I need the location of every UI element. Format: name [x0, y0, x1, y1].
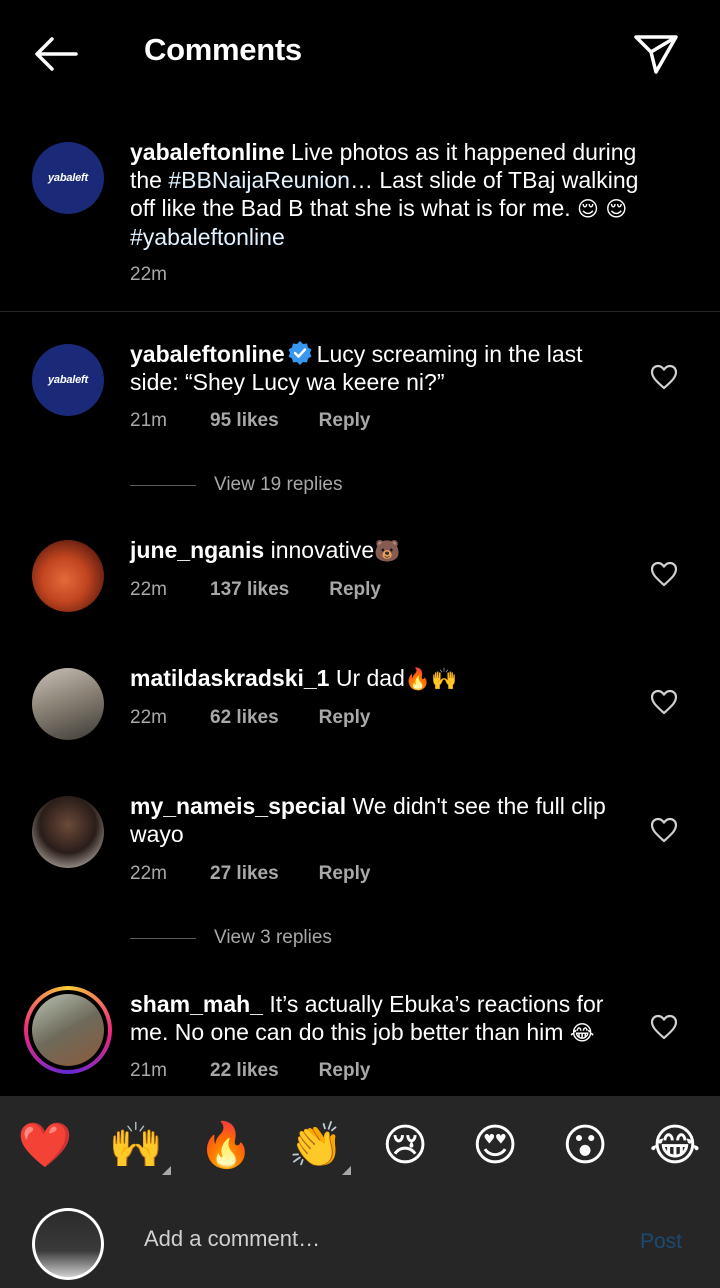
comment-username[interactable]: sham_mah_	[130, 991, 263, 1017]
timestamp: 21m	[130, 1060, 167, 1081]
header: Comments	[0, 0, 720, 104]
like-heart-icon[interactable]	[650, 561, 678, 587]
comment-text: matildaskradski_1 Ur dad🔥🙌	[130, 664, 620, 693]
view-replies-label: View 3 replies	[214, 927, 332, 948]
user-avatar	[32, 1208, 104, 1280]
likes-count[interactable]: 95 likes	[210, 410, 279, 432]
caption-meta: 22m	[130, 264, 210, 286]
page-title: Comments	[144, 32, 302, 67]
timestamp: 22m	[130, 707, 167, 728]
fire-raised-hands-emoji: 🔥🙌	[404, 667, 458, 691]
back-arrow-icon[interactable]	[30, 30, 82, 78]
story-ring[interactable]	[24, 986, 112, 1074]
reply-button[interactable]: Reply	[329, 579, 381, 601]
clapping-hands-emoji[interactable]: 👏	[288, 1118, 344, 1174]
timestamp: 22m	[130, 579, 167, 600]
like-heart-icon[interactable]	[650, 364, 678, 390]
likes-count[interactable]: 137 likes	[210, 579, 289, 601]
like-heart-icon[interactable]	[650, 1014, 678, 1040]
caption-text: yabaleftonline Live photos as it happene…	[130, 138, 650, 251]
comment-input[interactable]	[144, 1224, 604, 1254]
comment-meta: 22m 27 likes Reply	[130, 863, 370, 885]
comment-text: june_nganis innovative🐻	[130, 536, 620, 565]
comment-input-bar: Post	[0, 1192, 720, 1288]
verified-badge-icon	[287, 340, 313, 366]
reply-button[interactable]: Reply	[319, 863, 371, 885]
hashtag-link[interactable]: #yabaleftonline	[130, 224, 285, 250]
raised-hands-emoji[interactable]: 🙌	[108, 1118, 164, 1174]
comment-meta: 22m 62 likes Reply	[130, 707, 370, 729]
comment-meta: 21m 22 likes Reply	[130, 1060, 370, 1082]
bear-emoji: 🐻	[374, 539, 401, 563]
avatar[interactable]	[32, 796, 104, 868]
comment-text: yabaleftonline Lucy screaming in the las…	[130, 340, 620, 396]
avatar[interactable]	[32, 668, 104, 740]
brand-logo: yabaleft	[48, 172, 88, 184]
crying-face-emoji[interactable]: 😢	[377, 1118, 433, 1174]
relieved-emoji: 😌	[577, 197, 599, 221]
avatar[interactable]	[32, 994, 104, 1066]
reply-button[interactable]: Reply	[319, 1060, 371, 1082]
hashtag-link[interactable]: #BBNaijaReunion	[168, 167, 350, 193]
comment-username[interactable]: my_nameis_special	[130, 793, 346, 819]
skin-tone-indicator-icon	[342, 1166, 351, 1175]
reply-button[interactable]: Reply	[319, 410, 371, 432]
timestamp: 22m	[130, 264, 167, 285]
comment-body: innovative	[270, 537, 375, 563]
avatar[interactable]	[32, 540, 104, 612]
brand-logo: yabaleft	[48, 374, 88, 386]
direct-message-icon[interactable]	[632, 30, 680, 78]
post-caption: yabaleft yabaleftonline Live photos as i…	[0, 128, 720, 312]
likes-count[interactable]: 22 likes	[210, 1060, 279, 1082]
reply-button[interactable]: Reply	[319, 707, 371, 729]
view-replies-button[interactable]: View 19 replies	[130, 474, 343, 496]
red-heart-emoji[interactable]: ❤️	[17, 1118, 73, 1174]
surprised-face-emoji[interactable]: 😮	[557, 1118, 613, 1174]
comment-username[interactable]: june_nganis	[130, 537, 264, 563]
comment-text: sham_mah_ It’s actually Ebuka’s reaction…	[130, 990, 630, 1047]
like-heart-icon[interactable]	[650, 689, 678, 715]
comment-body: Ur dad	[335, 665, 405, 691]
divider-line	[130, 484, 196, 486]
comment-meta: 22m 137 likes Reply	[130, 579, 381, 601]
timestamp: 22m	[130, 863, 167, 884]
heart-eyes-emoji[interactable]: 😍	[467, 1118, 523, 1174]
post-button[interactable]: Post	[640, 1230, 682, 1254]
divider-line	[130, 937, 196, 939]
emoji-quick-bar: ❤️ 🙌 🔥 👏 😢 😍 😮 😂	[0, 1096, 720, 1192]
relieved-emoji: 😌	[605, 197, 628, 221]
tears-of-joy-emoji: 😂	[569, 1021, 595, 1045]
view-replies-label: View 19 replies	[214, 474, 343, 495]
comment-username[interactable]: yabaleftonline	[130, 341, 285, 367]
likes-count[interactable]: 62 likes	[210, 707, 279, 729]
like-heart-icon[interactable]	[650, 817, 678, 843]
likes-count[interactable]: 27 likes	[210, 863, 279, 885]
avatar[interactable]: yabaleft	[32, 142, 104, 214]
comment-text: my_nameis_special We didn't see the full…	[130, 792, 630, 848]
timestamp: 21m	[130, 410, 167, 431]
comment-username[interactable]: matildaskradski_1	[130, 665, 329, 691]
avatar[interactable]: yabaleft	[32, 344, 104, 416]
comment-meta: 21m 95 likes Reply	[130, 410, 370, 432]
tears-of-joy-emoji[interactable]: 😂	[647, 1118, 703, 1174]
avatar-photo	[35, 1211, 101, 1277]
skin-tone-indicator-icon	[162, 1166, 171, 1175]
view-replies-button[interactable]: View 3 replies	[130, 927, 332, 949]
fire-emoji[interactable]: 🔥	[198, 1118, 254, 1174]
caption-username[interactable]: yabaleftonline	[130, 139, 285, 165]
